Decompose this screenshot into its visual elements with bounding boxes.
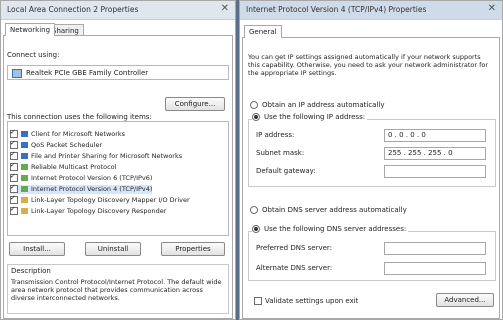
alternate-dns-field[interactable] [384, 262, 486, 275]
use-following-dns-radio[interactable]: Use the following DNS server addresses: [252, 225, 409, 233]
list-item[interactable]: File and Printer Sharing for Microsoft N… [10, 150, 182, 161]
gateway-label: Default gateway: [256, 167, 316, 175]
advanced-button[interactable]: Advanced... [436, 293, 494, 307]
list-item-selected[interactable]: Internet Protocol Version 4 (TCP/IPv4) [10, 183, 153, 194]
checkbox[interactable] [10, 139, 18, 149]
use-following-ip-radio[interactable]: Use the following IP address: [252, 113, 368, 121]
description-title: Description [11, 267, 51, 275]
window-title: Local Area Connection 2 Properties [7, 5, 139, 14]
network-client-icon [21, 131, 28, 137]
ip-address-field[interactable]: 0 . 0 . 0 . 0 [384, 129, 486, 142]
tab-general[interactable]: General [244, 25, 282, 38]
close-icon[interactable]: ✕ [488, 3, 496, 14]
radio-button[interactable] [252, 225, 260, 233]
uninstall-button[interactable]: Uninstall [85, 242, 141, 256]
list-item[interactable]: Link-Layer Topology Discovery Mapper I/O… [10, 194, 190, 205]
items-label: This connection uses the following items… [7, 113, 152, 121]
list-item[interactable]: Reliable Multicast Protocol [10, 161, 116, 172]
tab-networking[interactable]: Networking [5, 23, 56, 36]
radio-button[interactable] [252, 113, 260, 121]
title-bar[interactable]: Internet Protocol Version 4 (TCP/IPv4) P… [240, 1, 502, 20]
network-protocol-icon [21, 197, 28, 203]
list-item[interactable]: Link-Layer Topology Discovery Responder [10, 205, 166, 216]
network-protocol-icon [21, 175, 28, 181]
connect-using-label: Connect using: [7, 51, 60, 59]
ipv4-properties-window: Internet Protocol Version 4 (TCP/IPv4) P… [239, 0, 503, 320]
checkbox[interactable] [10, 128, 18, 138]
list-item[interactable]: QoS Packet Scheduler [10, 139, 102, 150]
radio-button[interactable] [250, 206, 258, 214]
network-adapter-icon [12, 69, 22, 78]
gateway-field[interactable] [384, 165, 486, 178]
window-title: Internet Protocol Version 4 (TCP/IPv4) P… [246, 5, 427, 14]
checkbox[interactable] [10, 161, 18, 171]
adapter-name: Realtek PCIe GBE Family Controller [26, 69, 149, 77]
checkbox[interactable] [10, 172, 18, 182]
checkbox[interactable] [10, 150, 18, 160]
components-list: Client for Microsoft Networks QoS Packet… [7, 121, 229, 236]
checkbox[interactable] [10, 194, 18, 204]
obtain-ip-auto-radio[interactable]: Obtain an IP address automatically [250, 101, 385, 109]
close-icon[interactable]: ✕ [221, 3, 229, 14]
description-text: Transmission Control Protocol/Internet P… [11, 278, 222, 302]
intro-text: You can get IP settings assigned automat… [248, 53, 489, 77]
network-protocol-icon [21, 208, 28, 214]
list-item[interactable]: Internet Protocol Version 6 (TCP/IPv6) [10, 172, 152, 183]
properties-button[interactable]: Properties [161, 242, 225, 256]
configure-button[interactable]: Configure... [165, 97, 225, 111]
subnet-mask-field[interactable]: 255 . 255 . 255 . 0 [384, 147, 486, 160]
preferred-dns-field[interactable] [384, 242, 486, 255]
network-protocol-icon [21, 164, 28, 170]
install-button[interactable]: Install... [9, 242, 65, 256]
subnet-mask-label: Subnet mask: [256, 149, 305, 157]
preferred-dns-label: Preferred DNS server: [256, 244, 333, 252]
checkbox[interactable] [10, 183, 18, 193]
checkbox[interactable] [254, 297, 262, 305]
adapter-properties-window: Local Area Connection 2 Properties ✕ Net… [0, 0, 236, 320]
checkbox[interactable] [10, 205, 18, 215]
network-service-icon [21, 142, 28, 148]
network-protocol-icon [21, 186, 28, 192]
radio-button[interactable] [250, 101, 258, 109]
validate-checkbox[interactable]: Validate settings upon exit [254, 297, 358, 305]
list-item[interactable]: Client for Microsoft Networks [10, 128, 125, 139]
ip-address-label: IP address: [256, 131, 295, 139]
network-service-icon [21, 153, 28, 159]
alternate-dns-label: Alternate DNS server: [256, 264, 333, 272]
obtain-dns-auto-radio[interactable]: Obtain DNS server address automatically [250, 206, 407, 214]
title-bar[interactable]: Local Area Connection 2 Properties ✕ [1, 1, 235, 20]
adapter-box: Realtek PCIe GBE Family Controller [7, 65, 229, 80]
